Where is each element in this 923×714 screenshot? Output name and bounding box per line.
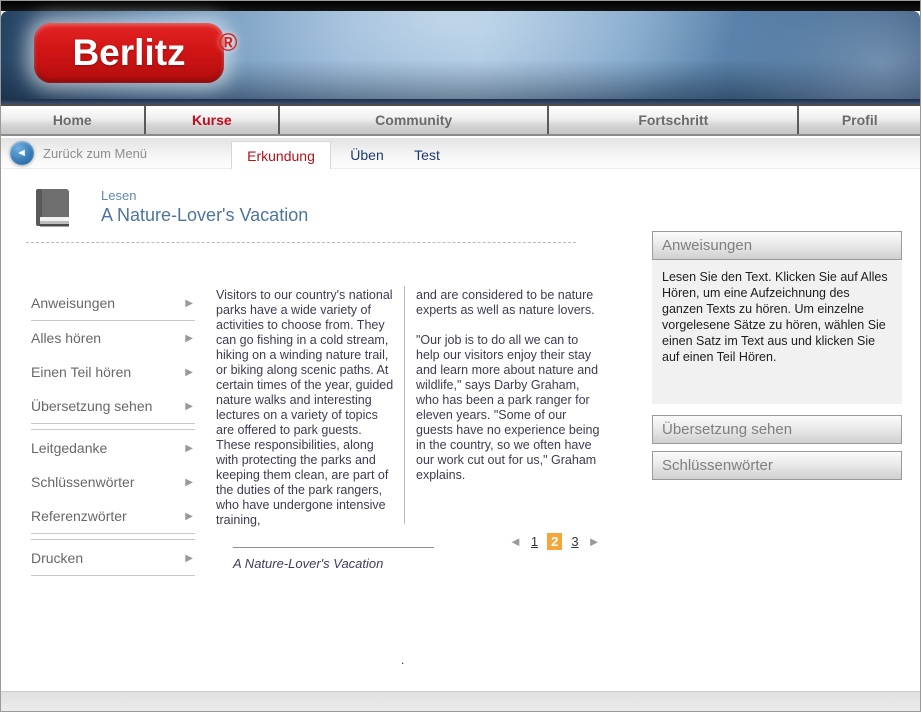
menu-item-label: Drucken xyxy=(31,550,84,566)
tab-test[interactable]: Test xyxy=(403,141,451,169)
reading-caption: A Nature-Lover's Vacation xyxy=(233,556,384,571)
main-nav: Home Kurse Community Fortschritt Profil xyxy=(1,104,920,136)
page-link-1[interactable]: 1 xyxy=(531,534,538,549)
menu-item-label: Referenzwörter xyxy=(31,508,127,524)
next-page-icon[interactable]: ► xyxy=(588,535,601,548)
nav-item-home[interactable]: Home xyxy=(1,106,146,134)
play-arrow-icon: ▶ xyxy=(185,400,193,412)
right-panel: Anweisungen Lesen Sie den Text. Klicken … xyxy=(652,231,902,480)
reading-paragraph: and are considered to be nature experts … xyxy=(416,288,595,317)
back-arrow-icon: ◄ xyxy=(16,146,27,159)
play-arrow-icon: ▶ xyxy=(185,442,193,454)
dashed-separator xyxy=(26,242,576,243)
back-to-menu-label[interactable]: Zurück zum Menü xyxy=(43,146,147,161)
menu-item-label: Leitgedanke xyxy=(31,440,108,456)
play-arrow-icon: ▶ xyxy=(185,510,193,522)
reading-text-column-2[interactable]: and are considered to be nature experts … xyxy=(416,288,602,483)
menu-item-uebersetzung-sehen[interactable]: Übersetzung sehen ▶ xyxy=(31,389,195,423)
tab-ueben[interactable]: Üben xyxy=(341,141,393,169)
menu-group-divider xyxy=(31,424,195,430)
page-current-2: 2 xyxy=(547,533,563,550)
sub-nav-bar: ◄ Zurück zum Menü Erkundung Üben Test xyxy=(1,138,920,169)
menu-group: Alles hören ▶ Einen Teil hören ▶ Überset… xyxy=(31,321,195,424)
menu-item-label: Schlüssenwörter xyxy=(31,474,135,490)
panel-spacer xyxy=(652,444,902,451)
menu-group: Anweisungen ▶ xyxy=(31,286,195,321)
header-banner: Berlitz ® xyxy=(1,11,920,99)
page-link-3[interactable]: 3 xyxy=(571,534,578,549)
play-arrow-icon: ▶ xyxy=(185,552,193,564)
berlitz-logo-text: Berlitz xyxy=(72,32,186,73)
page-title: A Nature-Lover's Vacation xyxy=(101,205,309,225)
back-button[interactable]: ◄ xyxy=(10,141,34,165)
top-black-strip xyxy=(1,1,920,11)
menu-group: Leitgedanke ▶ Schlüssenwörter ▶ Referenz… xyxy=(31,431,195,534)
menu-item-alles-hoeren[interactable]: Alles hören ▶ xyxy=(31,321,195,355)
berlitz-logo: Berlitz xyxy=(34,23,224,83)
nav-item-kurse[interactable]: Kurse xyxy=(145,106,281,134)
play-arrow-icon: ▶ xyxy=(185,366,193,378)
menu-group-divider xyxy=(31,534,195,540)
menu-group: Drucken ▶ xyxy=(31,541,195,576)
nav-item-profil[interactable]: Profil xyxy=(799,106,920,134)
panel-header-uebersetzung-sehen[interactable]: Übersetzung sehen xyxy=(652,415,902,444)
lesson-title-block: Lesen A Nature-Lover's Vacation xyxy=(31,186,308,230)
menu-item-label: Übersetzung sehen xyxy=(31,398,153,414)
reading-paragraph: "Our job is to do all we can to help our… xyxy=(416,333,600,482)
stray-dot: . xyxy=(401,653,405,667)
nav-item-fortschritt[interactable]: Fortschritt xyxy=(549,106,800,134)
nav-item-community[interactable]: Community xyxy=(280,106,550,134)
panel-header-schluessenwoerter[interactable]: Schlüssenwörter xyxy=(652,451,902,480)
menu-item-label: Alles hören xyxy=(31,330,102,346)
book-icon xyxy=(36,189,69,227)
registered-trademark-icon: ® xyxy=(219,29,238,57)
tab-erkundung[interactable]: Erkundung xyxy=(231,141,331,169)
left-menu: Anweisungen ▶ Alles hören ▶ Einen Teil h… xyxy=(31,286,195,576)
menu-item-einen-teil-hoeren[interactable]: Einen Teil hören ▶ xyxy=(31,355,195,389)
lesson-title-text: Lesen A Nature-Lover's Vacation xyxy=(101,188,308,230)
content-area: Lesen A Nature-Lover's Vacation Anweisun… xyxy=(1,169,920,691)
reading-text-column-1[interactable]: Visitors to our country's national parks… xyxy=(216,288,396,528)
column-divider xyxy=(404,286,405,524)
play-arrow-icon: ▶ xyxy=(185,476,193,488)
prev-page-icon[interactable]: ◄ xyxy=(509,535,522,548)
berlitz-app-window: Berlitz ® Home Kurse Community Fortschri… xyxy=(0,0,921,712)
play-arrow-icon: ▶ xyxy=(185,332,193,344)
menu-item-label: Einen Teil hören xyxy=(31,364,132,380)
footer-bar xyxy=(1,691,920,711)
panel-spacer xyxy=(652,404,902,415)
panel-header-anweisungen[interactable]: Anweisungen xyxy=(652,231,902,260)
lesson-kicker: Lesen xyxy=(101,188,137,203)
menu-item-anweisungen[interactable]: Anweisungen ▶ xyxy=(31,286,195,320)
menu-item-drucken[interactable]: Drucken ▶ xyxy=(31,541,195,575)
menu-item-label: Anweisungen xyxy=(31,295,116,311)
menu-item-referenzwoerter[interactable]: Referenzwörter ▶ xyxy=(31,499,195,533)
pagination: ◄ 1 2 3 ► xyxy=(509,533,600,550)
menu-item-schluessenwoerter[interactable]: Schlüssenwörter ▶ xyxy=(31,465,195,499)
menu-item-leitgedanke[interactable]: Leitgedanke ▶ xyxy=(31,431,195,465)
caption-rule xyxy=(233,547,434,548)
play-arrow-icon: ▶ xyxy=(185,297,193,309)
panel-body-anweisungen: Lesen Sie den Text. Klicken Sie auf Alle… xyxy=(652,260,902,404)
